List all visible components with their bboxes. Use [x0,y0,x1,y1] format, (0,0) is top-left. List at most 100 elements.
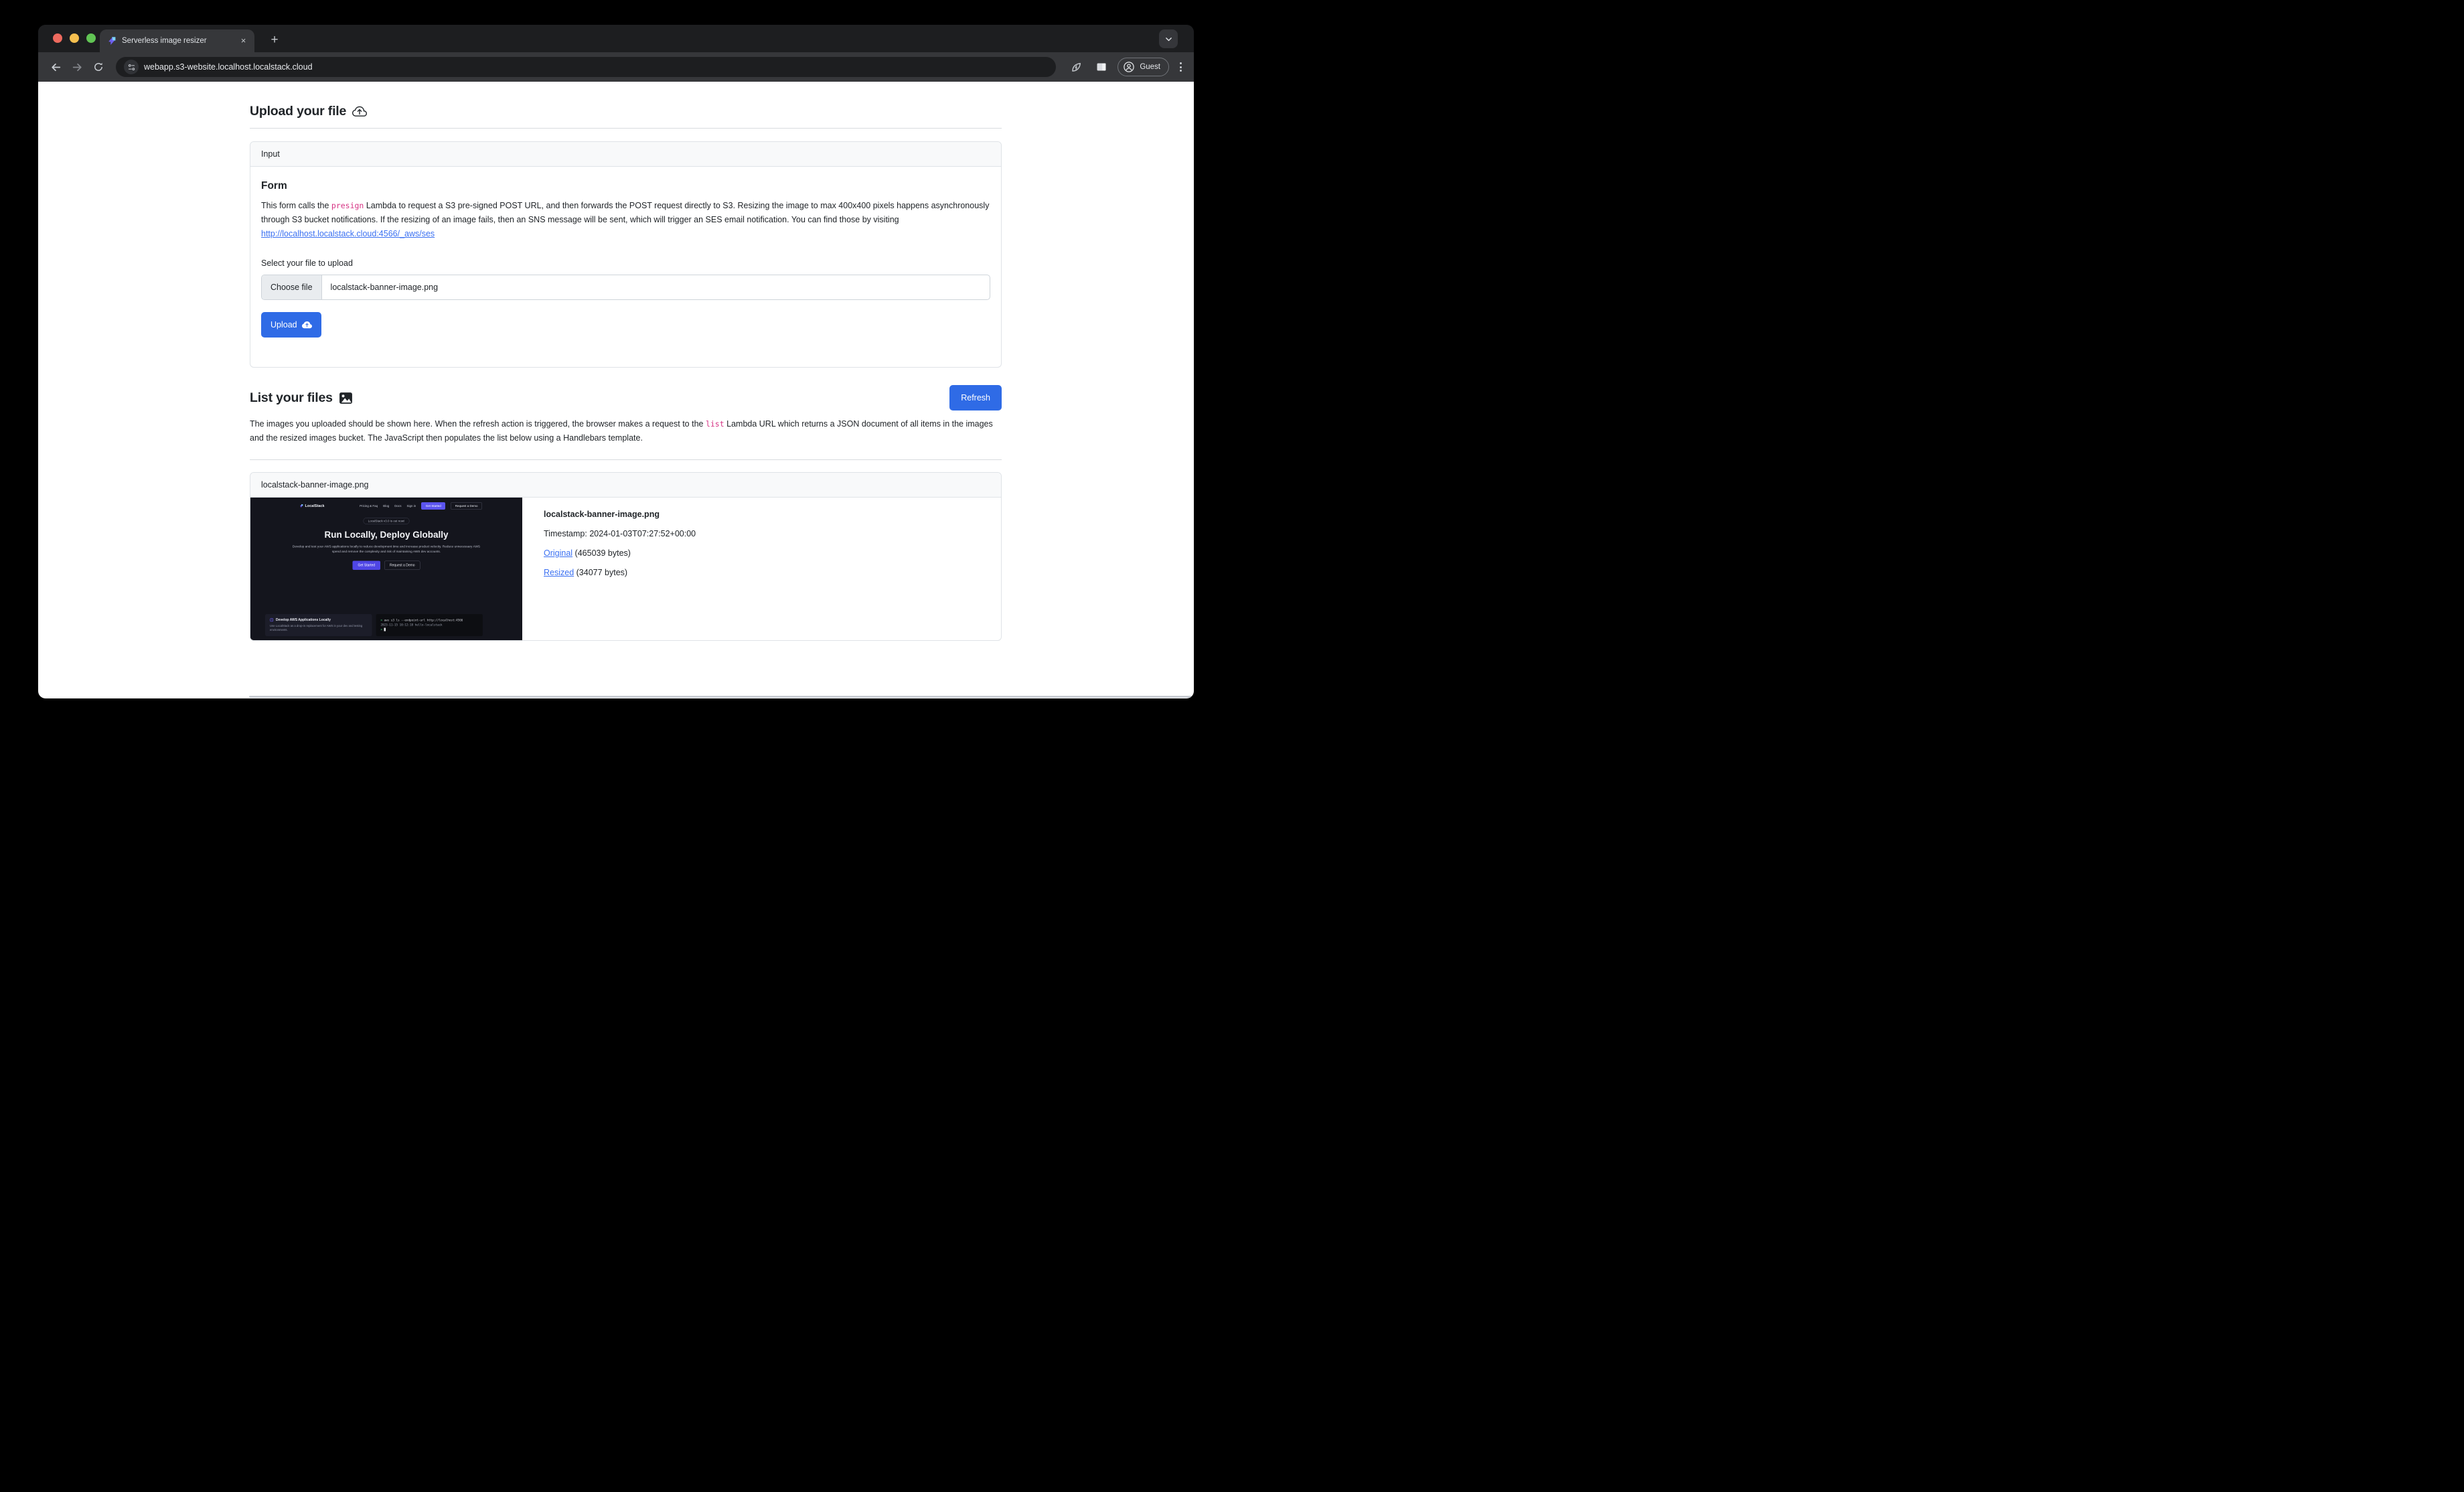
resized-file-size: (34077 bytes) [574,568,627,577]
list-heading-text: List your files [250,390,333,406]
profile-label: Guest [1140,63,1160,71]
address-bar[interactable]: webapp.s3-website.localhost.localstack.c… [116,57,1056,77]
tab-title: Serverless image resizer [122,37,238,45]
banner-feature-icon [270,618,274,622]
list-section-header: List your files Refresh [250,385,1002,411]
select-file-label: Select your file to upload [261,258,990,268]
file-resized-row: Resized (34077 bytes) [544,568,696,577]
localstack-logo-icon [299,504,303,508]
file-title: localstack-banner-image.png [544,510,696,519]
upload-button[interactable]: Upload [261,312,321,338]
file-card-body: LocalStack Pricing & Faq Blog Docs Sign … [250,498,1001,640]
list-description: The images you uploaded should be shown … [250,417,1002,445]
profile-button[interactable]: Guest [1118,58,1169,76]
upload-button-label: Upload [271,320,297,329]
file-timestamp: Timestamp: 2024-01-03T07:27:52+00:00 [544,529,696,538]
terminal-output: 2023-11-15 10:12:18 hello-localstack [381,623,479,627]
resized-file-link[interactable]: Resized [544,568,574,577]
browser-toolbar: webapp.s3-website.localhost.localstack.c… [38,52,1194,82]
image-icon [339,391,353,405]
refresh-button[interactable]: Refresh [949,385,1002,411]
banner-bottom-row: Develop AWS Applications Locally Use Loc… [265,614,483,636]
file-original-row: Original (465039 bytes) [544,548,696,558]
banner-nav-request-demo: Request a Demo [451,502,482,510]
banner-terminal: > aws s3 ls --endpoint-url http://localh… [376,614,483,636]
forward-button[interactable] [68,58,86,76]
description-text: Lambda to request a S3 pre-signed POST U… [261,201,989,224]
presign-code-token: presign [331,201,364,210]
horizontal-scrollbar[interactable] [249,696,1194,698]
original-file-size: (465039 bytes) [572,548,631,558]
banner-feature-text: Use LocalStack as a drop-in replacement … [270,623,368,632]
file-input[interactable]: Choose file localstack-banner-image.png [261,275,990,300]
side-panel-icon[interactable] [1092,58,1111,76]
zoom-window-button[interactable] [86,33,96,43]
original-file-link[interactable]: Original [544,548,572,558]
file-card-header: localstack-banner-image.png [250,473,1001,498]
banner-feature-title: Develop AWS Applications Locally [276,618,331,622]
close-window-button[interactable] [53,33,62,43]
site-settings-icon[interactable] [124,60,139,74]
terminal-command: aws s3 ls --endpoint-url http://localhos… [384,619,463,622]
file-details: localstack-banner-image.png Timestamp: 2… [522,498,712,640]
terminal-cursor [384,628,386,631]
divider [250,128,1002,129]
close-tab-icon[interactable]: × [238,35,249,47]
guest-avatar-icon [1123,61,1135,73]
banner-image-content: LocalStack Pricing & Faq Blog Docs Sign … [250,498,522,640]
selected-file-name: localstack-banner-image.png [322,275,447,299]
banner-cta-request-demo: Request a Demo [384,561,420,571]
page-viewport: Upload your file Input Form This form ca… [38,82,1194,698]
banner-nav-link: Docs [394,504,401,508]
timestamp-label: Timestamp: [544,529,589,538]
favicon-localstack-icon [107,36,117,46]
banner-subtext: Develop and test your AWS applications l… [289,544,483,554]
minimize-window-button[interactable] [70,33,79,43]
banner-feature-card: Develop AWS Applications Locally Use Loc… [265,614,372,636]
page-content: Upload your file Input Form This form ca… [250,82,1002,641]
cloud-upload-fill-icon [302,320,312,330]
desktop-background: Serverless image resizer × + [0,0,1232,746]
divider [250,459,1002,460]
banner-cta-row: Get Started Request a Demo [250,561,522,571]
list-section-title: List your files [250,390,949,406]
banner-brand-text: LocalStack [305,504,325,508]
list-code-token: list [706,419,724,429]
ses-link[interactable]: http://localhost.localstack.cloud:4566/_… [261,229,435,238]
tab-strip: Serverless image resizer × + [38,25,1194,52]
upload-section-title: Upload your file [250,104,1002,119]
reload-button[interactable] [89,58,108,76]
tab-search-chevron-button[interactable] [1159,29,1178,48]
banner-logo: LocalStack [299,504,325,508]
file-card: localstack-banner-image.png [250,472,1002,641]
upload-heading-text: Upload your file [250,104,346,119]
banner-topbar: LocalStack Pricing & Faq Blog Docs Sign … [250,498,522,510]
form-heading: Form [261,180,990,192]
forward-arrow-icon [72,62,83,73]
chevron-down-icon [1164,35,1173,44]
url-text[interactable]: webapp.s3-website.localhost.localstack.c… [144,62,313,72]
back-button[interactable] [46,58,65,76]
banner-nav-link: Sign in [406,504,416,508]
performance-leaf-icon[interactable] [1067,58,1085,76]
menu-kebab-icon[interactable] [1176,62,1186,72]
input-card: Input Form This form calls the presign L… [250,141,1002,368]
description-text: This form calls the [261,201,331,210]
cloud-upload-icon [352,104,367,119]
banner-nav-link: Pricing & Faq [360,504,378,508]
banner-badge: LocalStack v3.0 is out now! [364,518,410,524]
banner-nav-get-started: Get Started [421,502,445,510]
new-tab-button[interactable]: + [266,32,283,50]
banner-headline: Run Locally, Deploy Globally [250,530,522,540]
banner-nav-link: Blog [383,504,389,508]
choose-file-button[interactable]: Choose file [262,275,322,299]
tab-serverless-image-resizer[interactable]: Serverless image resizer × [100,29,254,52]
browser-window: Serverless image resizer × + [38,25,1194,698]
toolbar-right-group: Guest [1067,58,1186,76]
input-card-header: Input [250,142,1001,167]
input-card-body: Form This form calls the presign Lambda … [250,167,1001,367]
terminal-prompt: > [381,619,383,622]
refresh-button-label: Refresh [961,393,990,402]
reload-icon [93,62,104,72]
window-controls [53,33,96,43]
